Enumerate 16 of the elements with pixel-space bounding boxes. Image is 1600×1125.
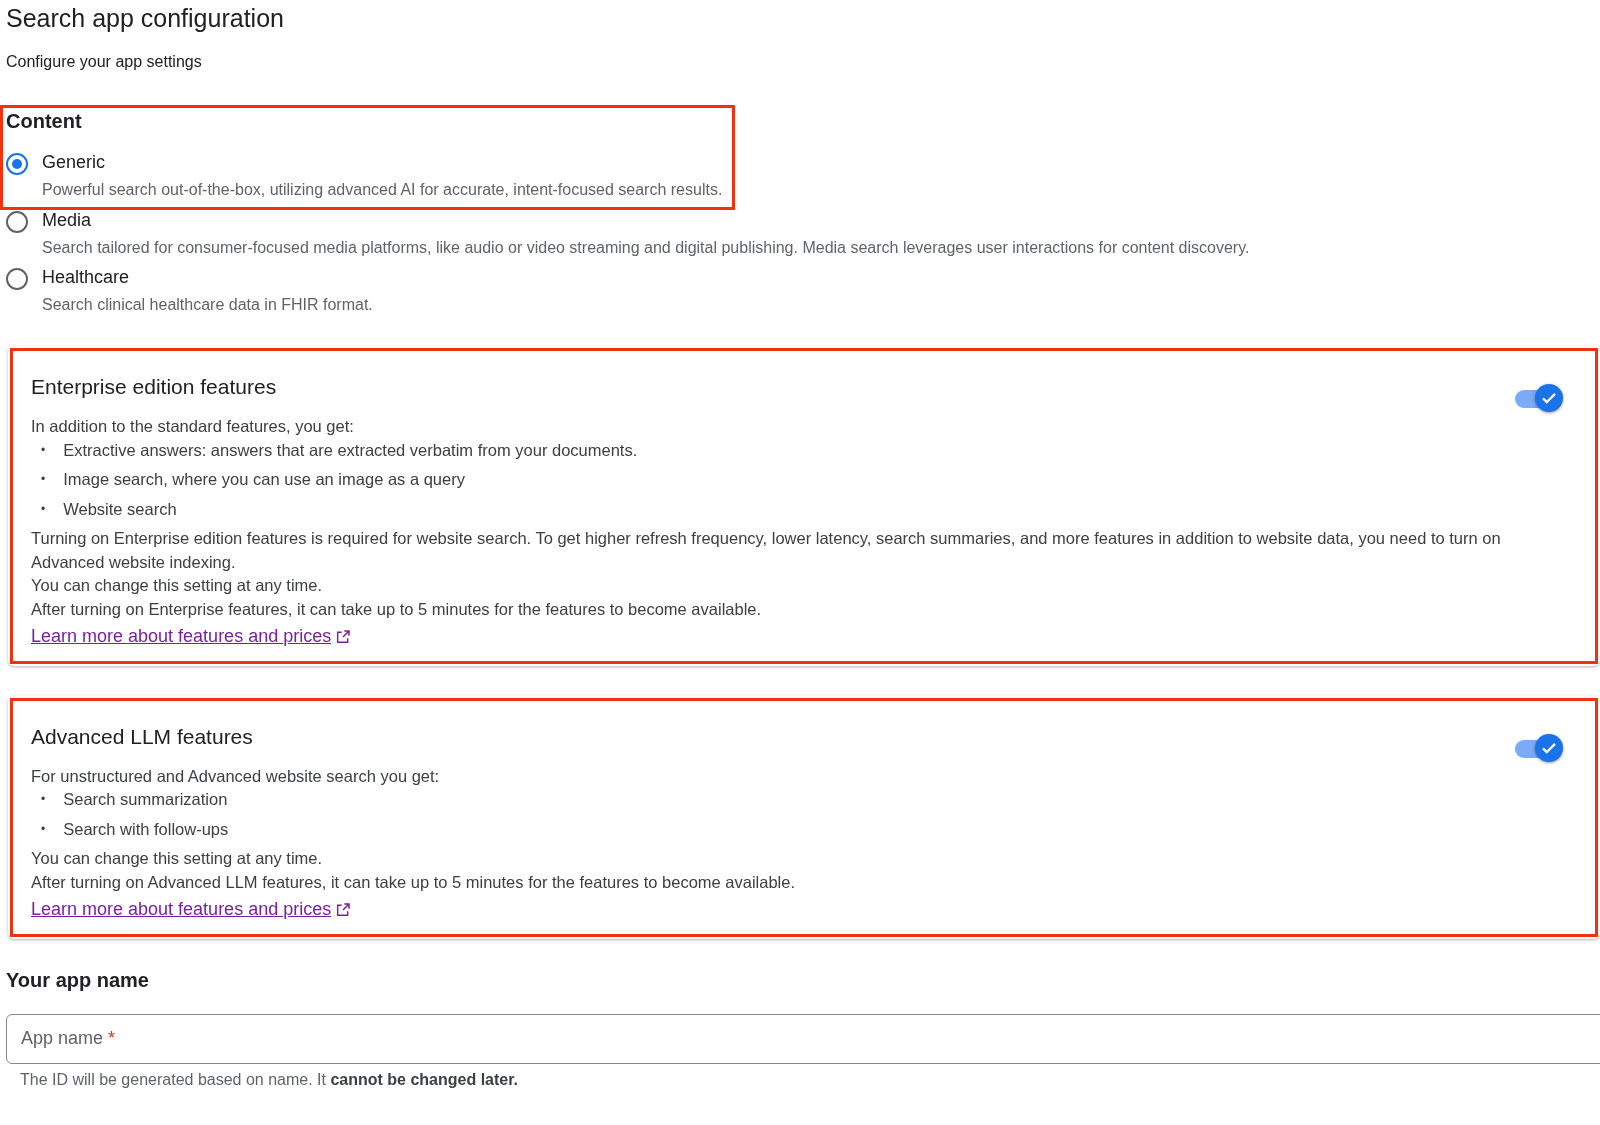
option-label: Generic	[42, 152, 107, 174]
app-name-field[interactable]: App name *	[6, 1013, 1600, 1064]
field-hint: The ID will be generated based on name. It cannot be changed later.	[20, 1070, 519, 1089]
radio-button[interactable]	[6, 153, 28, 175]
option-label: Healthcare	[42, 267, 131, 289]
option-description: Search tailored for consumer-focused media platforms, like audio or video streaming and digital publishing. Media search leverages user interactions for content discovery.	[42, 239, 1251, 257]
radio-button[interactable]	[6, 211, 28, 233]
radio-button[interactable]	[6, 268, 28, 290]
section-heading: Your app name	[6, 968, 150, 992]
section-heading: Content	[6, 110, 83, 133]
option-description: Search clinical healthcare data in FHIR format.	[42, 296, 374, 314]
page-title: Search app configuration	[6, 4, 285, 33]
option-description: Powerful search out-of-the-box, utilizing advanced AI for accurate, intent-focused search results.	[42, 181, 723, 199]
field-label: App name *	[21, 1028, 116, 1049]
option-label: Media	[42, 210, 93, 232]
page-subtitle: Configure your app settings	[6, 53, 203, 71]
